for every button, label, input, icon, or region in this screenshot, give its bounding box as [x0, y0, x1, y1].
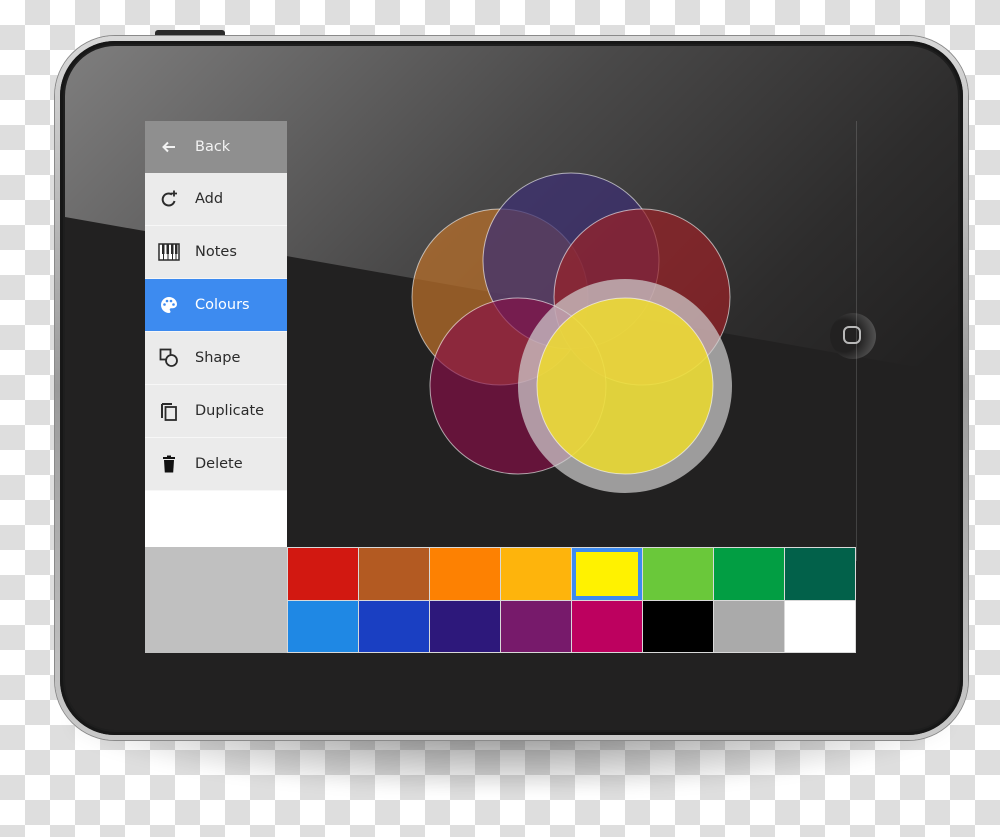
add-rotate-icon [158, 188, 180, 210]
colour-swatch[interactable] [359, 600, 429, 652]
arrow-left-icon [158, 136, 180, 158]
colour-swatch-selected[interactable] [572, 548, 642, 600]
colour-swatch[interactable] [501, 600, 571, 652]
trash-icon [158, 453, 180, 475]
colour-swatch[interactable] [572, 600, 642, 652]
colour-swatch[interactable] [643, 600, 713, 652]
colour-swatch[interactable] [430, 600, 500, 652]
back-label: Back [195, 139, 231, 155]
duplicate-icon [158, 400, 180, 422]
menu-item-label: Delete [195, 456, 243, 472]
screen-edge-line [856, 121, 857, 561]
colour-swatch[interactable] [359, 548, 429, 600]
current-colour-preview [145, 547, 287, 653]
colour-swatch[interactable] [785, 548, 855, 600]
side-menu: Back Add Notes Colours Shape Duplicate D… [145, 121, 287, 547]
colour-swatch[interactable] [714, 600, 784, 652]
colour-swatch[interactable] [430, 548, 500, 600]
menu-item-add[interactable]: Add [145, 173, 287, 226]
colour-swatch[interactable] [785, 600, 855, 652]
menu-item-colours[interactable]: Colours [145, 279, 287, 332]
shape-icon [158, 347, 180, 369]
back-button[interactable]: Back [145, 121, 287, 173]
colour-swatch[interactable] [288, 600, 358, 652]
piano-keys-icon [158, 241, 180, 263]
app-screen: Back Add Notes Colours Shape Duplicate D… [145, 121, 856, 653]
menu-item-notes[interactable]: Notes [145, 226, 287, 279]
menu-item-label: Notes [195, 244, 237, 260]
colour-swatch[interactable] [714, 548, 784, 600]
menu-item-label: Duplicate [195, 403, 265, 419]
colour-swatch[interactable] [288, 548, 358, 600]
menu-item-label: Shape [195, 350, 241, 366]
menu-item-label: Colours [195, 297, 250, 313]
circle-yellow-selected[interactable] [518, 279, 732, 493]
colour-swatch[interactable] [501, 548, 571, 600]
menu-empty-area [145, 491, 287, 545]
palette-icon [158, 294, 180, 316]
circle-yellow-selected-shape[interactable] [536, 297, 714, 475]
menu-item-label: Add [195, 191, 224, 207]
menu-item-duplicate[interactable]: Duplicate [145, 385, 287, 438]
colour-swatch[interactable] [643, 548, 713, 600]
colour-palette [287, 547, 856, 653]
menu-item-shape[interactable]: Shape [145, 332, 287, 385]
menu-item-delete[interactable]: Delete [145, 438, 287, 491]
